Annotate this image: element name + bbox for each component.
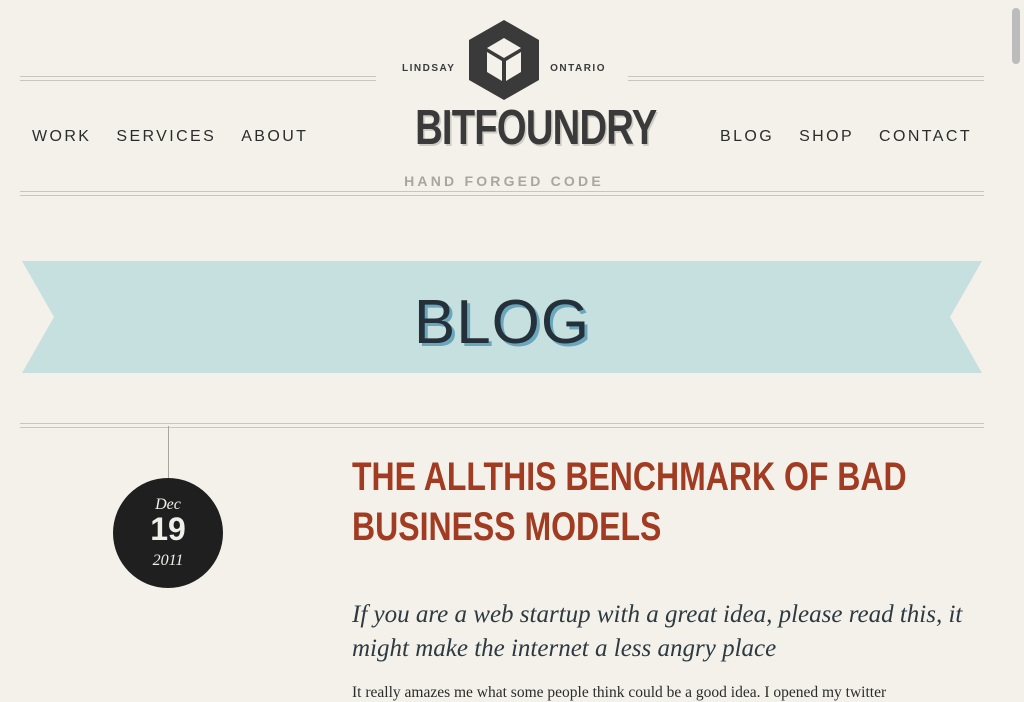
nav-services-link[interactable]: SERVICES (116, 128, 216, 146)
post-title[interactable]: THE ALLTHIS BENCHMARK OF BAD BUSINESS MO… (352, 452, 992, 552)
nav-work-link[interactable]: WORK (32, 128, 91, 146)
primary-nav-right: BLOG SHOP CONTACT (720, 128, 972, 146)
header-rule-top-left (20, 76, 376, 77)
nav-shop-link[interactable]: SHOP (799, 128, 854, 146)
site-logo[interactable]: LINDSAY ONTARIO BITFOUNDRY HAND FORGED C… (390, 18, 657, 198)
blog-banner: BLOG (22, 261, 982, 373)
section-rule-2 (20, 427, 984, 428)
cube-hexagon-icon (469, 20, 539, 100)
post-body-text: It really amazes me what some people thi… (352, 684, 887, 701)
page-scrollbar[interactable] (1006, 0, 1024, 700)
post-date-day: 19 (150, 511, 186, 547)
header-rule-top-left-2 (20, 80, 376, 81)
nav-contact-link[interactable]: CONTACT (879, 128, 972, 146)
logo-brand-name: BITFOUNDRY (415, 101, 657, 155)
header-rule-top-right-2 (628, 80, 984, 81)
post-date-year: 2011 (152, 552, 184, 569)
scrollbar-thumb[interactable] (1012, 8, 1020, 64)
post-lede: If you are a web startup with a great id… (352, 601, 963, 662)
section-rule (20, 423, 984, 424)
logo-location-left: LINDSAY (402, 63, 456, 74)
nav-blog-link[interactable]: BLOG (720, 128, 774, 146)
nav-about-link[interactable]: ABOUT (241, 128, 308, 146)
banner-title: BLOG (413, 288, 591, 357)
post-date-badge: Dec 19 2011 (113, 478, 223, 588)
header-rule-top-right (628, 76, 984, 77)
primary-nav-left: WORK SERVICES ABOUT (32, 128, 308, 146)
logo-location-right: ONTARIO (550, 63, 606, 74)
logo-tagline: HAND FORGED CODE (404, 173, 604, 189)
